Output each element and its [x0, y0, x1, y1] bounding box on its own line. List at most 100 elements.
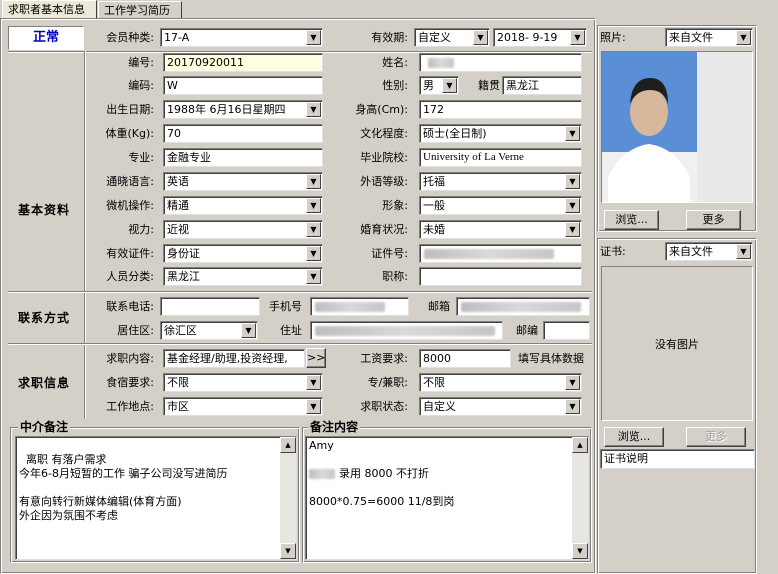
scroll-up-icon[interactable]: ▲ [280, 437, 296, 453]
lang-level-select[interactable]: 托福 ▼ [419, 172, 582, 191]
certificate-label: 证书: [600, 245, 626, 258]
gender-label: 性别: [382, 79, 408, 92]
email-field[interactable] [456, 297, 590, 316]
phone-label: 联系电话: [106, 300, 154, 313]
height-field[interactable]: 172 [419, 100, 582, 119]
state-label: 求职状态: [360, 400, 408, 413]
district-select[interactable]: 徐汇区 ▼ [160, 321, 258, 340]
weight-field[interactable]: 70 [163, 124, 323, 143]
lang-select[interactable]: 英语 ▼ [163, 172, 323, 191]
address-field[interactable] [310, 321, 503, 340]
chevron-down-icon: ▼ [306, 174, 321, 189]
address-label: 住址 [280, 324, 302, 337]
chevron-down-icon: ▼ [736, 30, 751, 45]
scroll-down-icon[interactable]: ▼ [280, 543, 296, 559]
weight-label: 体重(Kg): [105, 127, 155, 140]
agency-memo-title: 中介备注 [18, 420, 71, 434]
chevron-down-icon: ▼ [565, 375, 580, 390]
member-type-select[interactable]: 17-A ▼ [160, 28, 323, 47]
chevron-down-icon: ▼ [306, 399, 321, 414]
edu-label: 文化程度: [360, 127, 408, 140]
chevron-down-icon: ▼ [306, 30, 321, 45]
board-select[interactable]: 不限 ▼ [163, 373, 323, 392]
board-label: 食宿要求: [106, 376, 154, 389]
id-no-field[interactable] [419, 244, 582, 263]
salary-hint: 填写具体数据 [518, 352, 584, 365]
chevron-down-icon: ▼ [306, 246, 321, 261]
native-field[interactable]: 黑龙江 [502, 76, 582, 95]
scroll-up-icon[interactable]: ▲ [572, 437, 588, 453]
number-field[interactable]: 20170920011 [163, 53, 323, 72]
agency-memo-text: 离职 有落户需求 今年6-8月短暂的工作 骗子公司没写进简历 有意向转行新媒体编… [19, 453, 228, 522]
photo-more-button[interactable]: 更多 [686, 210, 741, 230]
number-label: 编号: [128, 56, 154, 69]
job-content-more-button[interactable]: >> [306, 348, 326, 368]
state-select[interactable]: 自定义 ▼ [419, 397, 582, 416]
tab-basic-info[interactable]: 求职者基本信息 [2, 0, 97, 18]
chevron-down-icon: ▼ [306, 102, 321, 117]
chevron-down-icon: ▼ [306, 269, 321, 284]
chevron-down-icon: ▼ [442, 78, 457, 93]
notes-line-1: Amy [309, 439, 334, 452]
email-label: 邮箱 [428, 300, 450, 313]
scrollbar[interactable]: ▲ ▼ [572, 437, 588, 559]
scrollbar[interactable]: ▲ ▼ [280, 437, 296, 559]
vision-label: 视力: [128, 223, 154, 236]
id-type-label: 有效证件: [106, 247, 154, 260]
birth-label: 出生日期: [106, 103, 154, 116]
notes-line-3: 8000*0.75=6000 11/8到岗 [309, 495, 455, 508]
parttime-label: 专/兼职: [367, 376, 408, 389]
pc-label: 微机操作: [106, 199, 154, 212]
zip-field[interactable] [543, 321, 590, 340]
photo-browse-button[interactable]: 浏览... [604, 210, 659, 230]
validity-date-picker[interactable]: 2018- 9-19 ▼ [493, 28, 587, 47]
marital-label: 婚育状况: [360, 223, 408, 236]
gender-select[interactable]: 男 ▼ [419, 76, 459, 95]
tab-work-history[interactable]: 工作学习简历 [98, 1, 182, 18]
code-field[interactable]: W [163, 76, 323, 95]
mobile-field[interactable] [310, 297, 409, 316]
school-label: 毕业院校: [360, 151, 408, 164]
notes-memo-title: 备注内容 [308, 420, 361, 434]
section-contact-title: 联系方式 [18, 311, 71, 325]
agency-memo-textarea[interactable]: 离职 有落户需求 今年6-8月短暂的工作 骗子公司没写进简历 有意向转行新媒体编… [15, 436, 297, 560]
height-label: 身高(Cm): [355, 103, 408, 116]
validity-type-select[interactable]: 自定义 ▼ [414, 28, 490, 47]
pc-select[interactable]: 精通 ▼ [163, 196, 323, 215]
scroll-down-icon[interactable]: ▼ [572, 543, 588, 559]
photo-source-select[interactable]: 来自文件 ▼ [665, 28, 753, 47]
birth-date-picker[interactable]: 1988年 6月16日星期四 ▼ [163, 100, 323, 119]
job-content-field[interactable]: 基金经理/助理,投资经理, [163, 349, 305, 368]
title-field[interactable] [419, 267, 582, 286]
look-select[interactable]: 一般 ▼ [419, 196, 582, 215]
parttime-select[interactable]: 不限 ▼ [419, 373, 582, 392]
marital-select[interactable]: 未婚 ▼ [419, 220, 582, 239]
major-label: 专业: [128, 151, 154, 164]
phone-field[interactable] [160, 297, 260, 316]
chevron-down-icon: ▼ [565, 399, 580, 414]
job-content-label: 求职内容: [106, 352, 154, 365]
category-select[interactable]: 黑龙江 ▼ [163, 267, 323, 286]
certificate-desc-field[interactable]: 证书说明 [600, 449, 755, 469]
certificate-source-select[interactable]: 来自文件 ▼ [665, 242, 753, 261]
chevron-down-icon: ▼ [565, 174, 580, 189]
chevron-down-icon: ▼ [565, 198, 580, 213]
section-job-title: 求职信息 [18, 376, 71, 390]
salary-field[interactable]: 8000 [419, 349, 511, 368]
chevron-down-icon: ▼ [565, 126, 580, 141]
chevron-down-icon: ▼ [736, 244, 751, 259]
name-field[interactable] [419, 53, 582, 72]
vision-select[interactable]: 近视 ▼ [163, 220, 323, 239]
notes-memo-textarea[interactable]: Amy 录用 8000 不打折 8000*0.75=6000 11/8到岗 ▲ … [305, 436, 589, 560]
chevron-down-icon: ▼ [565, 222, 580, 237]
edu-select[interactable]: 硕士(全日制) ▼ [419, 124, 582, 143]
district-label: 居住区: [117, 324, 154, 337]
school-field[interactable]: University of La Verne [419, 148, 582, 167]
certificate-browse-button[interactable]: 浏览... [604, 427, 664, 447]
zip-label: 邮编 [516, 324, 538, 337]
status-text: 正常 [32, 30, 59, 45]
location-select[interactable]: 市区 ▼ [163, 397, 323, 416]
major-field[interactable]: 金融专业 [163, 148, 323, 167]
id-type-select[interactable]: 身份证 ▼ [163, 244, 323, 263]
chevron-down-icon: ▼ [306, 198, 321, 213]
